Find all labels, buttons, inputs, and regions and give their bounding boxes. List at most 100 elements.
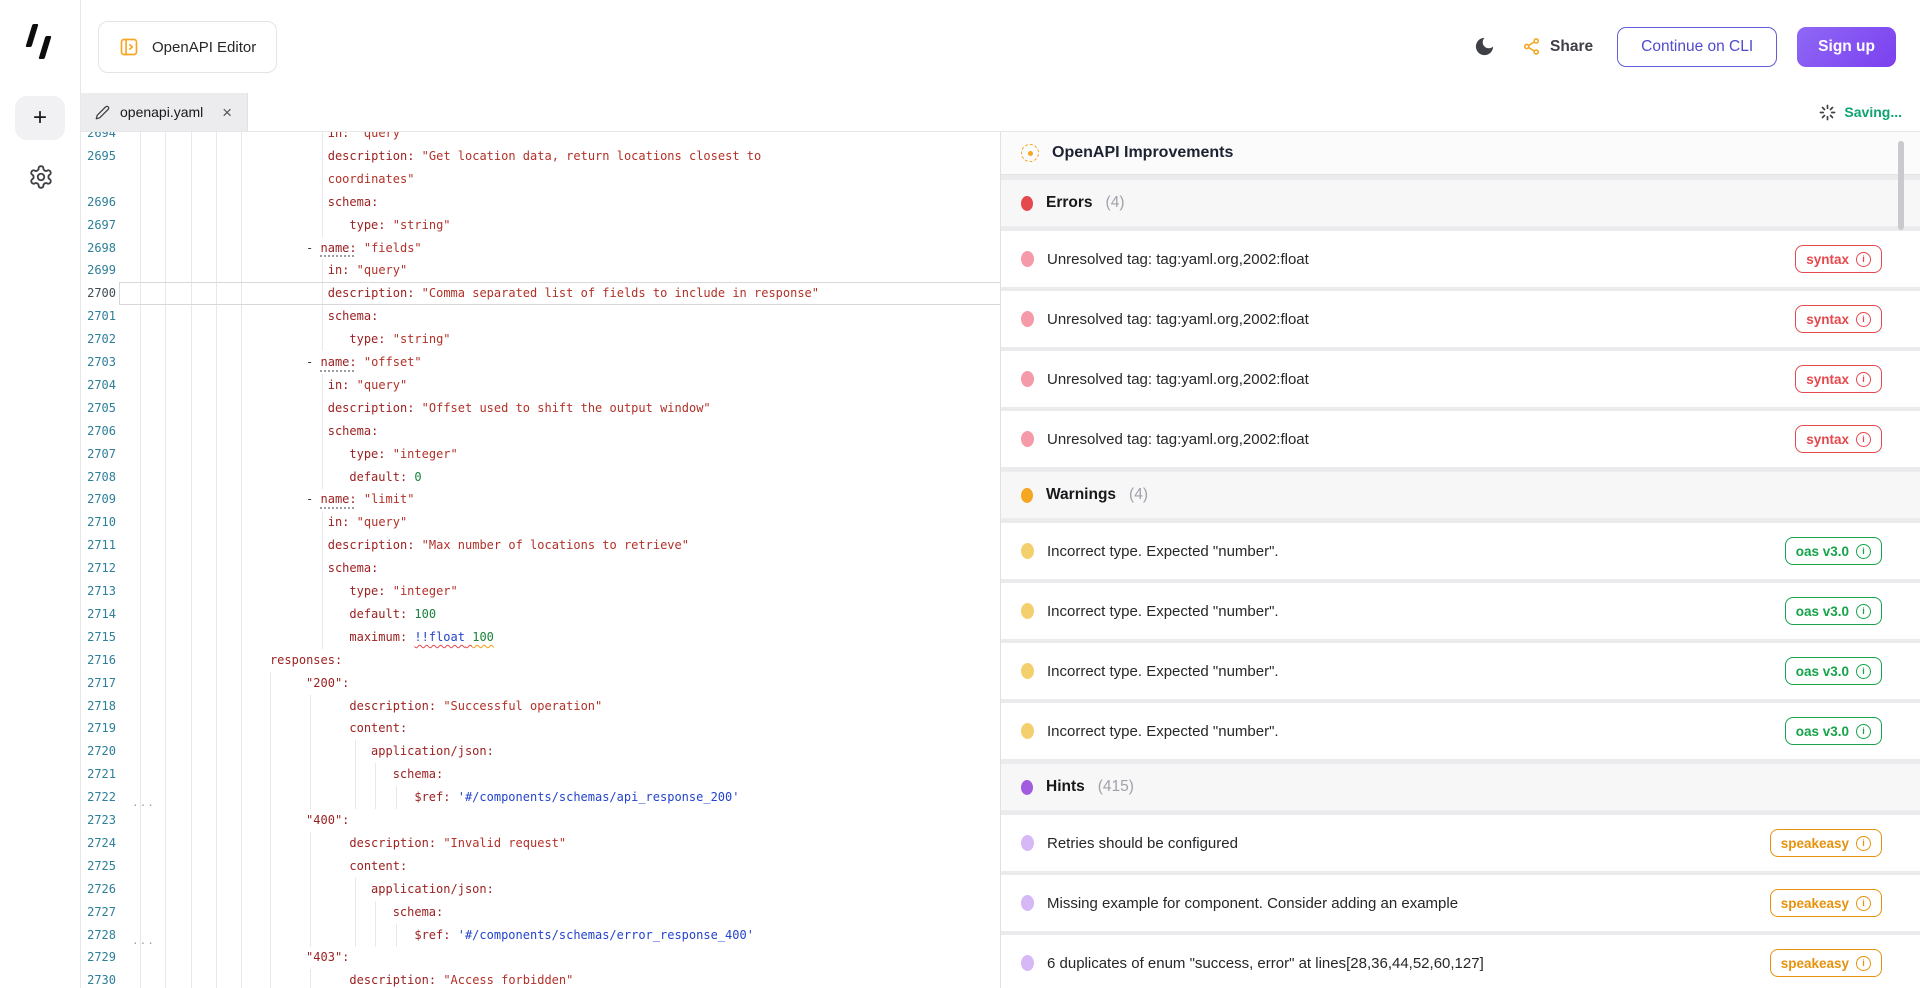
sign-up-button[interactable]: Sign up <box>1797 27 1896 67</box>
code-line-2729[interactable]: 2729"403": <box>80 946 1000 969</box>
item-badge-speakeasy[interactable]: speakeasyi <box>1770 949 1882 977</box>
item-badge-oas-v3-0[interactable]: oas v3.0i <box>1785 657 1882 685</box>
code-line-2722[interactable]: 2722$ref: '#/components/schemas/api_resp… <box>80 786 1000 809</box>
hints-item[interactable]: Retries should be configured speakeasyi <box>1001 815 1920 871</box>
indent-guide <box>191 191 192 214</box>
hidden-diagnostics-marker[interactable]: ... <box>132 797 155 808</box>
code-editor[interactable]: 2694in: "query"2695description: "Get loc… <box>80 132 1000 988</box>
tab-close-icon[interactable]: × <box>222 104 232 121</box>
item-badge-speakeasy[interactable]: speakeasyi <box>1770 829 1882 857</box>
share-button[interactable]: Share <box>1518 33 1597 60</box>
code-line-2726[interactable]: 2726application/json: <box>80 878 1000 901</box>
code-line-2725[interactable]: 2725content: <box>80 855 1000 878</box>
warnings-item[interactable]: Incorrect type. Expected "number".oas v3… <box>1001 523 1920 579</box>
section-header-errors[interactable]: Errors(4) <box>1001 179 1920 227</box>
indent-guide <box>191 488 192 511</box>
tab-openapi-yaml[interactable]: openapi.yaml × <box>80 93 248 131</box>
indent-guide <box>241 351 242 374</box>
dark-mode-toggle[interactable] <box>1471 33 1498 60</box>
item-badge-syntax[interactable]: syntaxi <box>1795 245 1882 273</box>
indent-guide <box>241 695 242 718</box>
code-line-2724[interactable]: 2724description: "Invalid request" <box>80 832 1000 855</box>
code-line-2700[interactable]: 2700description: "Comma separated list o… <box>80 282 1000 305</box>
hints-item[interactable]: Missing example for component. Consider … <box>1001 875 1920 931</box>
new-document-button[interactable]: + <box>15 96 65 140</box>
line-number: 2730 <box>80 969 116 988</box>
code-line-2696[interactable]: 2696schema: <box>80 191 1000 214</box>
item-badge-syntax[interactable]: syntaxi <box>1795 365 1882 393</box>
item-badge-syntax[interactable]: syntaxi <box>1795 305 1882 333</box>
code-line-2699[interactable]: 2699in: "query" <box>80 259 1000 282</box>
code-line-2703[interactable]: 2703- name: "offset" <box>80 351 1000 374</box>
indent-guide <box>216 511 217 534</box>
indent-guide <box>191 132 192 145</box>
hints-item[interactable]: 6 duplicates of enum "success, error" at… <box>1001 935 1920 988</box>
code-line-2694[interactable]: 2694in: "query" <box>80 132 1000 145</box>
indent-guide <box>216 488 217 511</box>
indent-guide <box>216 786 217 809</box>
item-badge-oas-v3-0[interactable]: oas v3.0i <box>1785 537 1882 565</box>
code-line-2709[interactable]: 2709- name: "limit" <box>80 488 1000 511</box>
section-header-hints[interactable]: Hints(415) <box>1001 763 1920 811</box>
panel-scrollbar-thumb[interactable] <box>1898 141 1904 230</box>
code-line-2702[interactable]: 2702type: "string" <box>80 328 1000 351</box>
code-line-2698[interactable]: 2698- name: "fields" <box>80 237 1000 260</box>
code-line-2713[interactable]: 2713type: "integer" <box>80 580 1000 603</box>
indent-guide <box>191 443 192 466</box>
saving-label: Saving... <box>1844 104 1902 120</box>
code-line-2728[interactable]: 2728$ref: '#/components/schemas/error_re… <box>80 924 1000 947</box>
errors-item[interactable]: Unresolved tag: tag:yaml.org,2002:float s… <box>1001 231 1920 287</box>
errors-item[interactable]: Unresolved tag: tag:yaml.org,2002:floats… <box>1001 351 1920 407</box>
line-number: 2721 <box>80 763 116 786</box>
code-line-2718[interactable]: 2718description: "Successful operation" <box>80 695 1000 718</box>
code-line-2708[interactable]: 2708default: 0 <box>80 466 1000 489</box>
code-line-2704[interactable]: 2704in: "query" <box>80 374 1000 397</box>
line-number: 2699 <box>80 259 116 282</box>
code-line-2712[interactable]: 2712schema: <box>80 557 1000 580</box>
code-line-2705[interactable]: 2705description: "Offset used to shift t… <box>80 397 1000 420</box>
code-line-2717[interactable]: 2717"200": <box>80 672 1000 695</box>
indent-guide <box>191 969 192 988</box>
code-line-2710[interactable]: 2710in: "query" <box>80 511 1000 534</box>
code-line-2719[interactable]: 2719content: <box>80 717 1000 740</box>
warnings-item[interactable]: Incorrect type. Expected "number".oas v3… <box>1001 643 1920 699</box>
code-line-2714[interactable]: 2714default: 100 <box>80 603 1000 626</box>
settings-gear-icon[interactable] <box>28 164 54 190</box>
code-line-2706[interactable]: 2706schema: <box>80 420 1000 443</box>
code-line-2695[interactable]: 2695description: "Get location data, ret… <box>80 145 1000 168</box>
continue-on-cli-button[interactable]: Continue on CLI <box>1617 27 1777 67</box>
item-badge-oas-v3-0[interactable]: oas v3.0i <box>1785 597 1882 625</box>
code-line-wrap[interactable]: coordinates" <box>80 168 1000 191</box>
warnings-item[interactable]: Incorrect type. Expected "number".oas v3… <box>1001 583 1920 639</box>
code-line-2715[interactable]: 2715maximum: !!float 100 <box>80 626 1000 649</box>
indent-guide <box>165 717 166 740</box>
indent-guide <box>165 374 166 397</box>
hidden-diagnostics-marker[interactable]: ... <box>132 935 155 946</box>
item-badge-syntax[interactable]: syntaxi <box>1795 425 1882 453</box>
code-line-2711[interactable]: 2711description: "Max number of location… <box>80 534 1000 557</box>
code-line-2721[interactable]: 2721schema: <box>80 763 1000 786</box>
indent-guide <box>241 969 242 988</box>
item-badge-speakeasy[interactable]: speakeasyi <box>1770 889 1882 917</box>
errors-item[interactable]: Unresolved tag: tag:yaml.org,2002:floats… <box>1001 291 1920 347</box>
code-line-2727[interactable]: 2727schema: <box>80 901 1000 924</box>
code-line-2697[interactable]: 2697type: "string" <box>80 214 1000 237</box>
item-badge-oas-v3-0[interactable]: oas v3.0i <box>1785 717 1882 745</box>
indent-guide <box>165 763 166 786</box>
code-line-2701[interactable]: 2701schema: <box>80 305 1000 328</box>
warnings-item[interactable]: Incorrect type. Expected "number".oas v3… <box>1001 703 1920 759</box>
line-number: 2717 <box>80 672 116 695</box>
code-line-2707[interactable]: 2707type: "integer" <box>80 443 1000 466</box>
line-number: 2704 <box>80 374 116 397</box>
code-line-2723[interactable]: 2723"400": <box>80 809 1000 832</box>
code-text: description: "Invalid request" <box>349 832 566 855</box>
indent-guide <box>396 786 397 809</box>
code-line-2716[interactable]: 2716responses: <box>80 649 1000 672</box>
errors-item[interactable]: Unresolved tag: tag:yaml.org,2002:floats… <box>1001 411 1920 467</box>
info-icon: i <box>1856 252 1871 267</box>
item-message: Retries should be configured <box>1047 835 1238 852</box>
code-line-2720[interactable]: 2720application/json: <box>80 740 1000 763</box>
item-message: Unresolved tag: tag:yaml.org,2002:float <box>1047 251 1309 268</box>
code-line-2730[interactable]: 2730description: "Access forbidden" <box>80 969 1000 988</box>
section-header-warnings[interactable]: Warnings(4) <box>1001 471 1920 519</box>
